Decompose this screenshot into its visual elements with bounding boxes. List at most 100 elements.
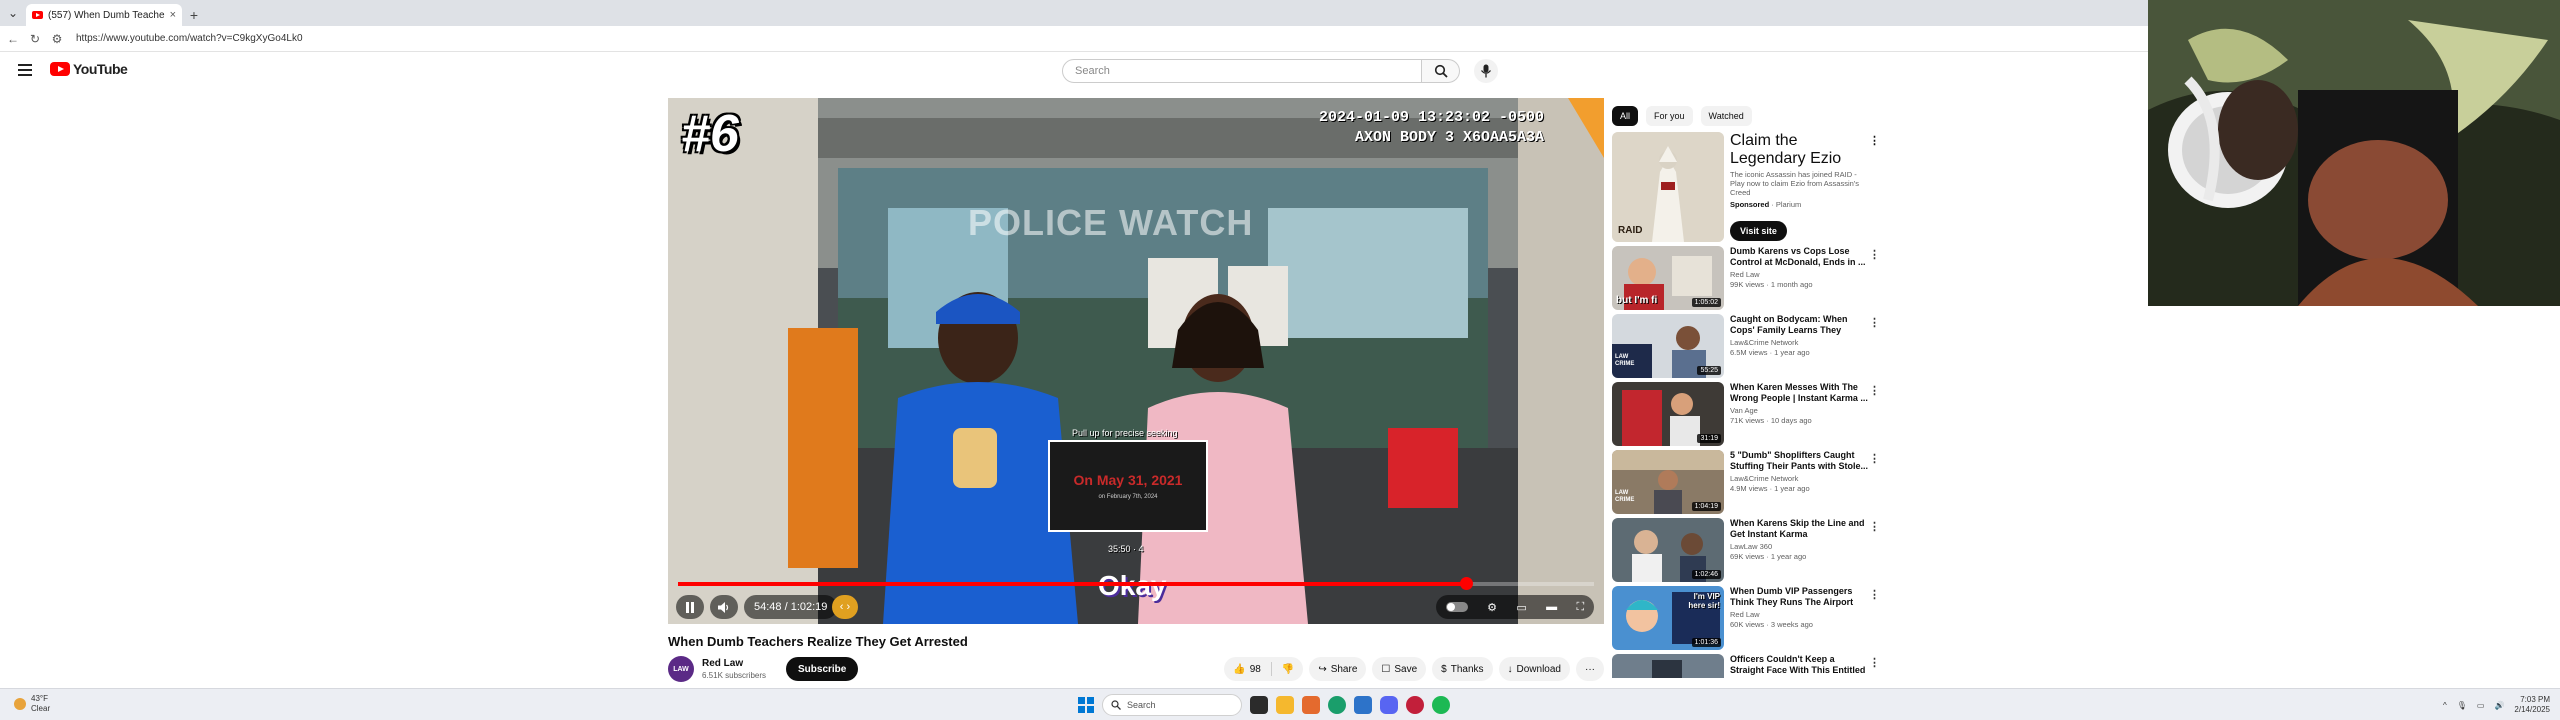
microphone-tray-icon[interactable]: 🎙 [2457,701,2467,710]
progress-bar[interactable] [678,577,1594,590]
recommendation-item[interactable]: but I'm fi 1:05:02 Dumb Karens vs Cops L… [1612,246,1888,314]
recommendation-channel[interactable]: Red Law [1730,610,1870,620]
thumbs-down-icon[interactable]: 👎 [1282,664,1294,675]
visit-site-button[interactable]: Visit site [1730,221,1787,241]
recommendation-item[interactable]: LAW CRIME 55:25 Caught on Bodycam: When … [1612,314,1888,382]
back-arrow-icon[interactable]: ← [6,32,20,46]
search-button[interactable] [1422,59,1460,83]
recommendation-item[interactable]: 1:02:46 When Karens Skip the Line and Ge… [1612,518,1888,586]
subscribe-button[interactable]: Subscribe [786,657,859,681]
tab-close-icon[interactable]: × [170,9,176,21]
pause-button[interactable] [676,595,704,619]
task-view-icon[interactable] [1250,696,1268,714]
channel-name[interactable]: Red Law [702,658,743,669]
reload-icon[interactable]: ↻ [28,32,42,46]
progress-scrubber[interactable] [1459,577,1473,590]
recommendation-thumbnail[interactable]: LAW CRIME 1:04:19 [1612,450,1724,514]
miniplayer-icon[interactable]: ▭ [1516,601,1526,614]
recommendation-more-icon[interactable]: ⋮ [1869,520,1880,533]
recommendation-channel[interactable]: Law&Crime Network [1730,338,1870,348]
more-actions-button[interactable]: ··· [1576,657,1604,681]
autoplay-toggle[interactable] [1445,602,1468,612]
recommendation-item[interactable]: Officers Couldn't Keep a Straight Face W… [1612,654,1888,678]
ad-thumbnail[interactable]: RAID [1612,132,1724,242]
recommendation-channel[interactable]: Red Law [1730,270,1870,280]
recommendation-thumbnail[interactable]: 31:19 [1612,382,1724,446]
recommendation-title[interactable]: When Karen Messes With The Wrong People … [1730,382,1870,404]
clock[interactable]: 7:03 PM 2/14/2025 [2514,695,2550,715]
recommendation-item[interactable]: 31:19 When Karen Messes With The Wrong P… [1612,382,1888,450]
tab-search-icon[interactable]: ⌄ [0,0,26,26]
app-icon[interactable] [1406,696,1424,714]
taskbar-search[interactable]: Search [1102,694,1242,716]
recommendation-thumbnail[interactable]: but I'm fi 1:05:02 [1612,246,1724,310]
recommendation-thumbnail[interactable] [1612,654,1724,678]
menu-icon[interactable] [18,64,32,76]
windows-start-icon[interactable] [1078,697,1094,713]
browser-tab-strip: ⌄ (557) When Dumb Teachers R... × + [0,0,2148,26]
recommendation-channel[interactable]: Van Age [1730,406,1870,416]
discord-icon[interactable] [1380,696,1398,714]
recommendation-channel[interactable]: LawLaw 360 [1730,542,1870,552]
save-button[interactable]: ☐ Save [1372,657,1427,681]
site-info-icon[interactable]: ⚙ [50,32,64,46]
recommendation-title[interactable]: Dumb Karens vs Cops Lose Control at McDo… [1730,246,1870,268]
chapter-button[interactable]: ‹ › [832,595,858,619]
volume-button[interactable] [710,595,738,619]
recommendation-item[interactable]: LAW CRIME 1:04:19 5 "Dumb" Shoplifters C… [1612,450,1888,518]
channel-avatar[interactable]: LAW [668,656,694,682]
recommendation-more-icon[interactable]: ⋮ [1869,656,1880,669]
theater-mode-icon[interactable]: ▬ [1546,601,1557,613]
recommendation-title[interactable]: Officers Couldn't Keep a Straight Face W… [1730,654,1870,676]
recommendation-title[interactable]: When Karens Skip the Line and Get Instan… [1730,518,1870,540]
network-icon[interactable]: ▭ [2477,701,2485,710]
fullscreen-icon[interactable]: ⛶ [1577,601,1585,614]
ad-advertiser: Plarium [1775,200,1802,209]
sponsored-ad[interactable]: RAID Claim the Legendary Ezio The iconic… [1612,132,1888,244]
recommendation-more-icon[interactable]: ⋮ [1869,316,1880,329]
ad-more-icon[interactable]: ⋮ [1869,134,1880,147]
recommendation-more-icon[interactable]: ⋮ [1869,248,1880,261]
share-button[interactable]: ↪ Share [1309,657,1367,681]
spotify-icon[interactable] [1432,696,1450,714]
recommendation-thumbnail[interactable]: 1:02:46 [1612,518,1724,582]
search-input[interactable]: Search [1062,59,1422,83]
channel-subscriber-count: 6.51K subscribers [702,671,767,680]
speaker-icon[interactable]: 🔊 [2494,701,2504,710]
like-button[interactable]: 👍 98 👎 [1224,657,1304,681]
recommendation-title[interactable]: Caught on Bodycam: When Cops' Family Lea… [1730,314,1870,336]
url-text[interactable]: https://www.youtube.com/watch?v=C9kgXyGo… [76,33,303,44]
recommendation-channel[interactable]: Law&Crime Network [1730,474,1870,484]
new-tab-button[interactable]: + [182,4,206,26]
chip-watched[interactable]: Watched [1700,106,1752,126]
recommendation-more-icon[interactable]: ⋮ [1869,588,1880,601]
thanks-button[interactable]: $ Thanks [1432,657,1493,681]
voice-search-button[interactable] [1474,59,1498,83]
chip-for-you[interactable]: For you [1646,106,1693,126]
seek-preview-text: On May 31, 2021 [1073,472,1183,488]
like-divider [1270,662,1272,676]
browser-tab[interactable]: (557) When Dumb Teachers R... × [26,4,182,26]
tray-chevron-icon[interactable]: ^ [2443,701,2447,710]
ad-title[interactable]: Claim the Legendary Ezio [1730,132,1870,168]
chip-all[interactable]: All [1612,106,1639,126]
taskbar-search-icon [1111,700,1121,710]
recommendation-title[interactable]: When Dumb VIP Passengers Think They Runs… [1730,586,1870,608]
video-title: When Dumb Teachers Realize They Get Arre… [668,634,968,649]
recommendation-thumbnail[interactable]: LAW CRIME 55:25 [1612,314,1724,378]
video-player[interactable]: #6 2024-01-09 13:23:02 -0500 AXON BODY 3… [668,98,1604,624]
recommendation-thumbnail[interactable]: I'm VIP here sir! 1:01:36 [1612,586,1724,650]
weather-widget[interactable]: 43°F Clear [14,694,50,714]
youtube-logo[interactable]: YouTube [50,61,128,77]
download-button[interactable]: ↓ Download [1498,657,1570,681]
recommendation-title[interactable]: 5 "Dumb" Shoplifters Caught Stuffing The… [1730,450,1870,472]
app-icon[interactable] [1354,696,1372,714]
recommendation-duration: 1:01:36 [1691,638,1721,647]
recommendation-item[interactable]: I'm VIP here sir! 1:01:36 When Dumb VIP … [1612,586,1888,654]
file-explorer-icon[interactable] [1276,696,1294,714]
chrome-icon[interactable] [1328,696,1346,714]
recommendation-more-icon[interactable]: ⋮ [1869,384,1880,397]
recommendation-more-icon[interactable]: ⋮ [1869,452,1880,465]
settings-gear-icon[interactable]: ⚙ [1487,601,1497,614]
app-icon[interactable] [1302,696,1320,714]
